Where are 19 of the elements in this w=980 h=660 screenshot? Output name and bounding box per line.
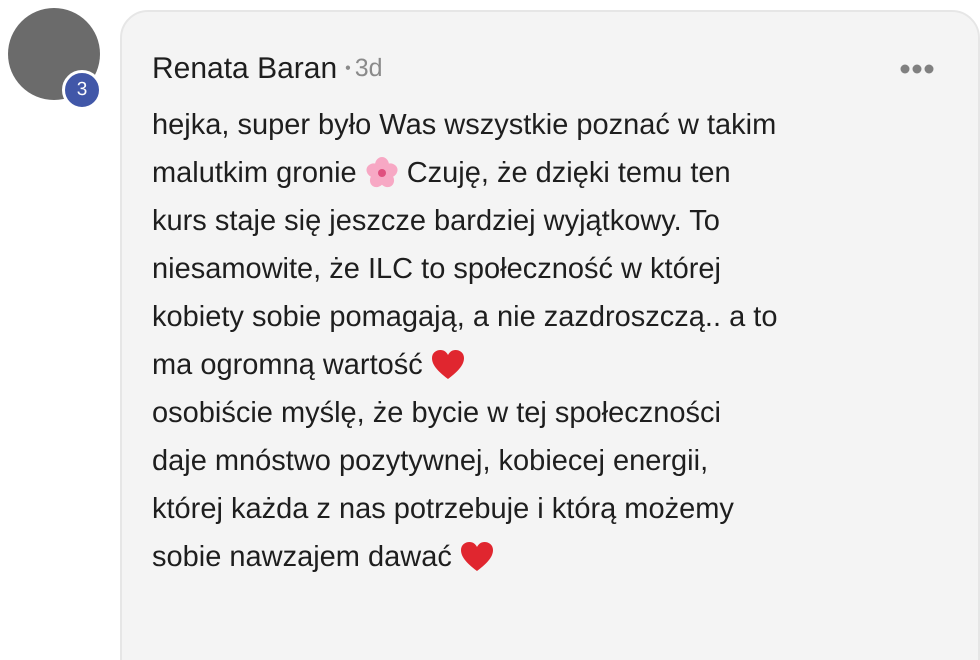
comment-text: kobiety sobie pomagają, a nie zazdroszczą.. a to: [152, 300, 778, 335]
comment-text: hejka, super było Was wszystkie poznać w takim: [152, 108, 776, 143]
comment-text: której każda z nas potrzebuje i którą możemy: [152, 492, 734, 527]
timestamp: 3d: [354, 52, 383, 84]
comment-text: malutkim gronie: [152, 156, 357, 191]
separator-dot: •: [345, 58, 351, 78]
author-name[interactable]: Renata Baran: [152, 46, 338, 91]
level-badge: 3: [62, 70, 102, 110]
comment-text: osobiście myślę, że bycie w tej społeczności: [152, 396, 721, 431]
comment-text: daje mnóstwo pozytywnej, kobiecej energii,: [152, 444, 708, 479]
heart-icon: [460, 541, 494, 573]
comment-text: sobie nawzajem dawać: [152, 540, 452, 575]
comment-text: kurs staje się jeszcze bardziej wyjątkowy. To: [152, 204, 720, 239]
blossom-icon: [364, 156, 399, 190]
more-options-icon[interactable]: [900, 64, 934, 74]
comment-text: ma ogromną wartość: [152, 348, 423, 383]
heart-icon: [430, 349, 465, 381]
comment-text: niesamowite, że ILC to społeczność w której: [152, 252, 721, 287]
comment-text: Czuję, że dzięki temu ten: [406, 156, 731, 191]
